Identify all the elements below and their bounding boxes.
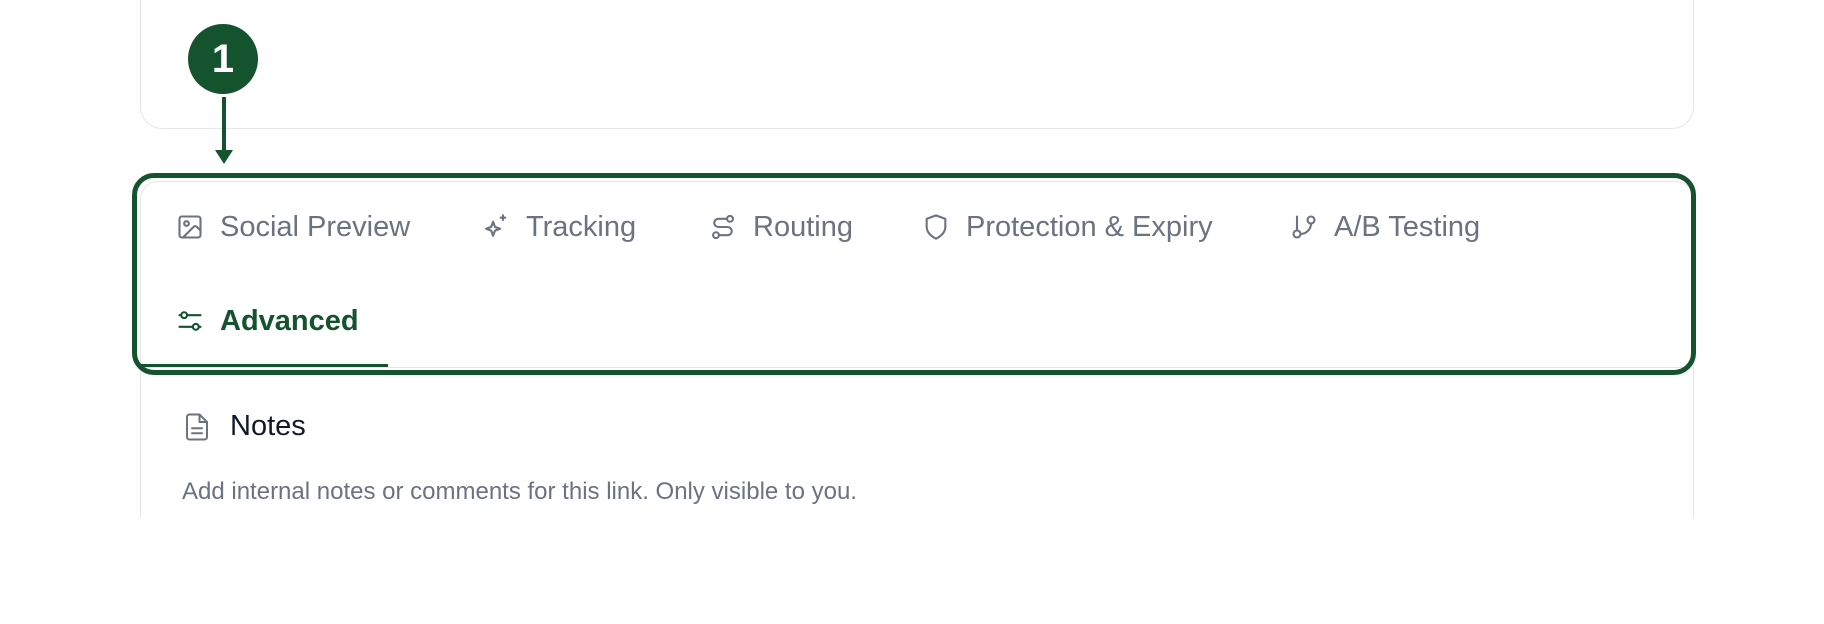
tab-advanced[interactable]: Advanced xyxy=(176,296,359,346)
tab-label: Routing xyxy=(753,210,853,243)
tab-protection-expiry[interactable]: Protection & Expiry xyxy=(922,202,1213,252)
tab-routing[interactable]: Routing xyxy=(709,202,853,252)
route-icon xyxy=(709,213,737,241)
tab-label: Tracking xyxy=(526,210,637,243)
git-branch-icon xyxy=(1290,213,1318,241)
document-icon xyxy=(182,412,212,442)
tab-tracking[interactable]: Tracking xyxy=(482,202,636,252)
tab-social-preview[interactable]: Social Preview xyxy=(176,202,410,252)
tab-label: Advanced xyxy=(220,304,359,337)
step-number-badge: 1 xyxy=(188,24,258,94)
notes-title: Notes xyxy=(230,410,306,442)
sparkles-icon xyxy=(482,213,510,241)
tab-label: Protection & Expiry xyxy=(966,210,1213,243)
tab-ab-testing[interactable]: A/B Testing xyxy=(1290,202,1480,252)
tab-label: A/B Testing xyxy=(1334,210,1481,243)
notes-description: Add internal notes or comments for this … xyxy=(182,478,857,505)
notes-heading: Notes xyxy=(182,410,306,443)
step-arrow-head xyxy=(215,150,233,164)
tab-label: Social Preview xyxy=(220,210,411,243)
shield-icon xyxy=(922,213,950,241)
screen: Social Preview Tracking Routing Protecti… xyxy=(0,0,1824,624)
step-arrow-line xyxy=(222,97,226,153)
previous-card xyxy=(140,0,1694,129)
sliders-icon xyxy=(176,307,204,335)
image-icon xyxy=(176,213,204,241)
